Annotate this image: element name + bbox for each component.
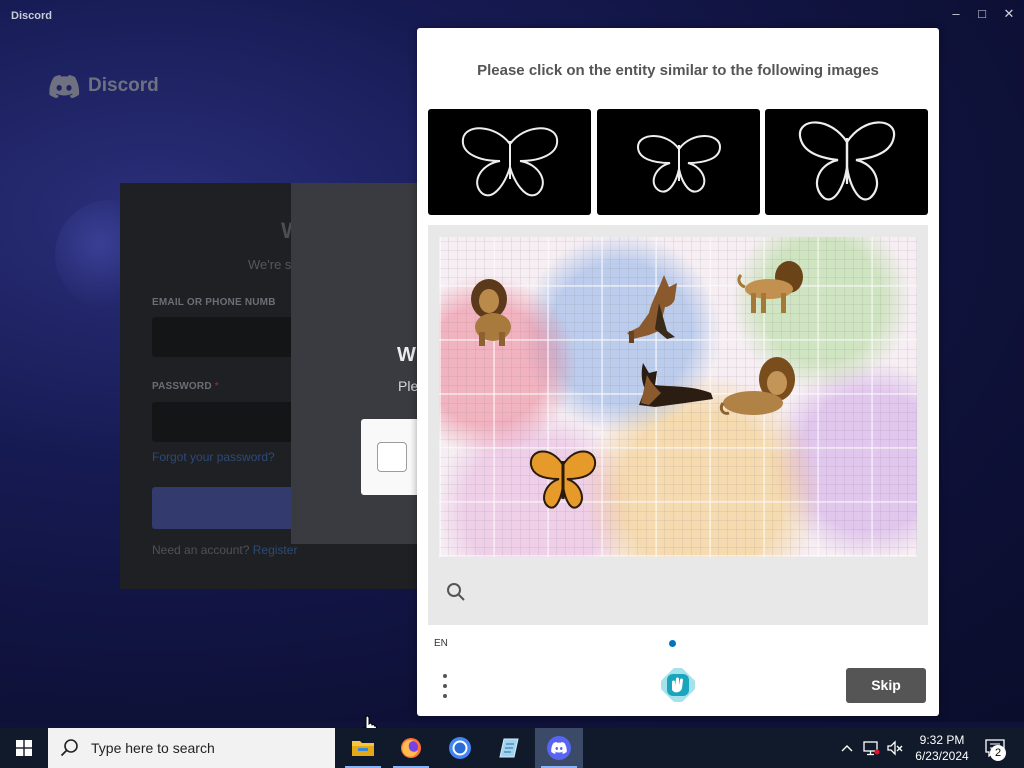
page-indicator (669, 640, 676, 647)
search-icon (60, 739, 78, 757)
folder-icon (352, 741, 374, 756)
clock-date: 6/23/2024 (915, 749, 969, 763)
task-area (428, 225, 928, 625)
forgot-password-link[interactable]: Forgot your password? (152, 450, 275, 464)
butterfly-icon (798, 121, 895, 201)
task-image[interactable] (439, 237, 917, 557)
challenge-prompt: Please click on the entity similar to th… (477, 62, 879, 79)
zoom-button[interactable] (445, 581, 467, 603)
titlebar: Discord – □ ✕ (0, 0, 1024, 30)
start-button[interactable] (0, 728, 48, 768)
captcha-challenge: Please click on the entity similar to th… (417, 28, 939, 716)
taskbar-firefox[interactable] (387, 728, 435, 768)
taskbar-search[interactable]: Type here to search (48, 728, 335, 768)
clock-time: 9:32 PM (919, 733, 965, 747)
volume-icon[interactable] (884, 728, 906, 768)
firefox-icon (401, 738, 421, 758)
lion-entity[interactable] (459, 277, 517, 347)
butterfly-icon (636, 135, 721, 193)
discord-icon (49, 75, 80, 98)
register-link[interactable]: Register (253, 543, 298, 557)
more-icon (443, 674, 447, 678)
chevron-up-icon (841, 745, 853, 752)
verify-heading: W (397, 344, 416, 366)
login-subtext: We're s (248, 257, 292, 272)
brand-text: Discord (88, 75, 159, 96)
discord-icon (547, 736, 571, 760)
notepad-icon (499, 738, 519, 758)
example-image-3 (765, 109, 928, 215)
app-title: Discord (11, 10, 52, 22)
close-icon[interactable]: ✕ (1001, 6, 1017, 22)
menu-button[interactable] (439, 672, 451, 700)
verify-subtext: Ple (398, 378, 419, 394)
register-line: Need an account? Register (152, 543, 298, 557)
network-icon-svg (863, 741, 880, 756)
volume-muted-icon (887, 740, 903, 756)
taskbar-chrome[interactable] (436, 728, 484, 768)
butterfly-icon (461, 127, 558, 197)
lion-entity[interactable] (719, 353, 801, 425)
captcha-checkbox[interactable] (377, 442, 407, 472)
butterfly-entity[interactable] (527, 445, 599, 515)
taskbar-discord[interactable] (535, 728, 583, 768)
skip-button[interactable]: Skip (846, 668, 926, 703)
hcaptcha-logo[interactable] (660, 667, 696, 703)
example-image-2 (597, 109, 760, 215)
hcaptcha-icon (660, 667, 696, 703)
language-selector[interactable]: EN (434, 638, 448, 649)
taskbar: Type here to search 9:32 PM 6/23/2024 2 (0, 728, 1024, 768)
taskbar-file-explorer[interactable] (339, 728, 387, 768)
search-placeholder: Type here to search (91, 740, 215, 756)
network-icon[interactable] (860, 728, 882, 768)
example-image-1 (428, 109, 591, 215)
dog-entity[interactable] (619, 273, 689, 345)
chrome-icon (449, 737, 471, 759)
password-label: PASSWORD * (152, 381, 219, 392)
email-label: EMAIL OR PHONE NUMB (152, 297, 276, 308)
search-icon (447, 583, 465, 601)
tray-overflow-icon[interactable] (838, 728, 856, 768)
clock[interactable]: 9:32 PM 6/23/2024 (905, 732, 979, 764)
maximize-icon[interactable]: □ (974, 6, 990, 22)
lion-entity[interactable] (737, 259, 809, 319)
taskbar-notepad[interactable] (485, 728, 533, 768)
windows-icon (16, 740, 32, 756)
discord-logo: Discord (48, 74, 159, 98)
minimize-icon[interactable]: – (948, 6, 964, 22)
dog-entity[interactable] (635, 359, 717, 419)
notification-badge: 2 (990, 745, 1006, 761)
